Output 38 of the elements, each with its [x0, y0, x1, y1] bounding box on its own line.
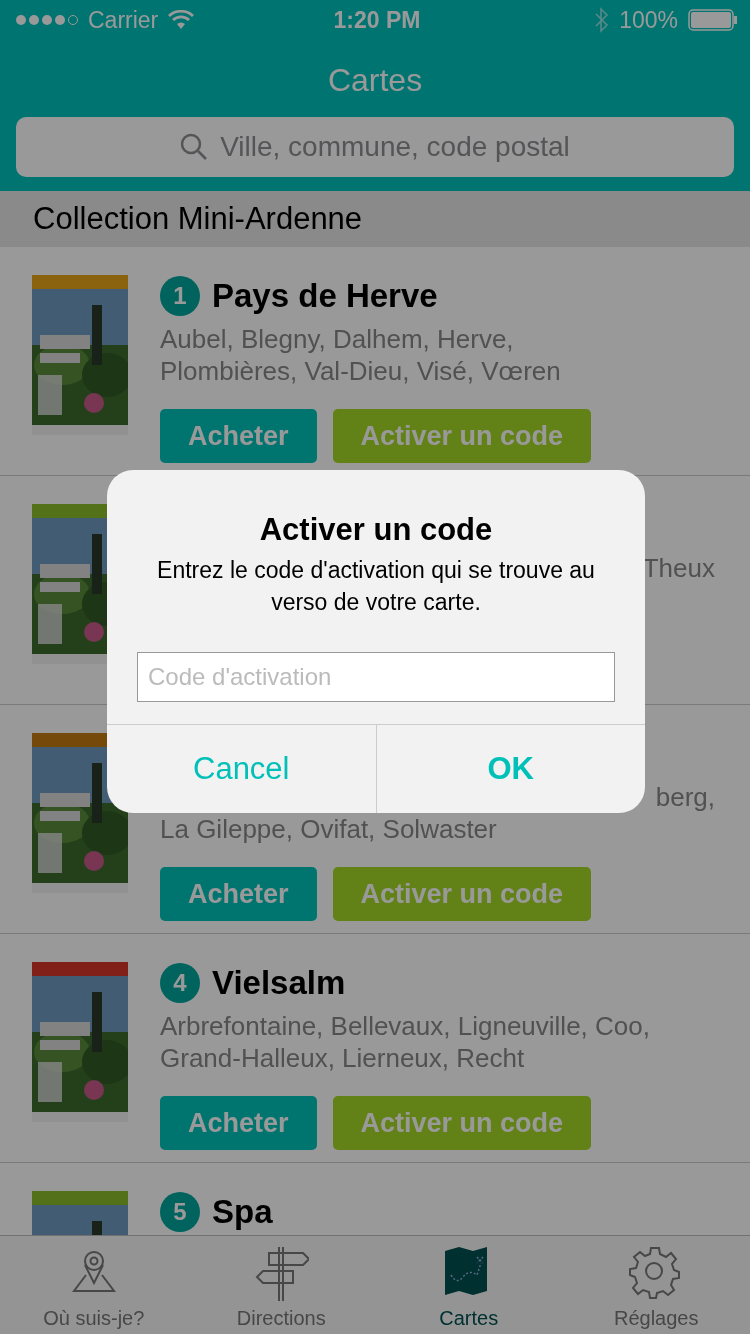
battery-icon: [688, 9, 738, 31]
dialog-message: Entrez le code d'activation qui se trouve au verso de votre carte.: [157, 557, 595, 615]
search-icon: [180, 133, 209, 161]
cancel-button[interactable]: Cancel: [107, 725, 376, 813]
map-title: Spa: [212, 1193, 273, 1231]
place-list: Theux: [642, 552, 720, 584]
number-badge: 4: [160, 963, 200, 1003]
carrier-label: Carrier: [88, 6, 159, 34]
tab-item[interactable]: Cartes: [375, 1236, 563, 1334]
place-list: Grand-Halleux, Lierneux, Recht: [160, 1042, 720, 1074]
buy-button[interactable]: Acheter: [160, 409, 317, 463]
buy-button[interactable]: Acheter: [160, 1096, 317, 1150]
status-time: 1:20 PM: [333, 6, 421, 34]
activate-code-button[interactable]: Activer un code: [332, 867, 592, 921]
tab-item[interactable]: Directions: [187, 1236, 375, 1334]
ok-button[interactable]: OK: [375, 725, 645, 813]
place-list: Arbrefontaine, Bellevaux, Ligneuville, Coo,: [160, 1010, 720, 1042]
dialog-title: Activer un code: [259, 512, 493, 547]
section-header: Collection Mini-Ardenne: [33, 201, 363, 236]
battery-percent: 100%: [619, 6, 678, 34]
number-badge: 1: [160, 276, 200, 316]
number-badge: 5: [160, 1192, 200, 1232]
signpost-icon: [253, 1245, 310, 1301]
activate-code-button[interactable]: Activer un code: [332, 1096, 592, 1150]
place-list: Aubel, Blegny, Dalhem, Herve,: [160, 323, 720, 355]
map-title: Vielsalm: [212, 964, 346, 1002]
place-list: La Gileppe, Ovifat, Solwaster: [160, 813, 720, 845]
wifi-icon: [168, 10, 195, 30]
tab-item[interactable]: Où suis-je?: [0, 1236, 188, 1334]
place-list: berg,: [655, 781, 720, 813]
buy-button[interactable]: Acheter: [160, 867, 317, 921]
activation-code-field[interactable]: Code d'activation: [137, 652, 615, 702]
nav-title: Cartes: [327, 62, 423, 98]
search-field[interactable]: Ville, commune, code postal: [16, 117, 734, 177]
place-list: Plombières, Val-Dieu, Visé, Vœren: [160, 355, 720, 387]
tab-item[interactable]: Réglages: [562, 1236, 750, 1334]
map-title: Pays de Herve: [212, 277, 438, 315]
activate-code-button[interactable]: Activer un code: [332, 409, 592, 463]
